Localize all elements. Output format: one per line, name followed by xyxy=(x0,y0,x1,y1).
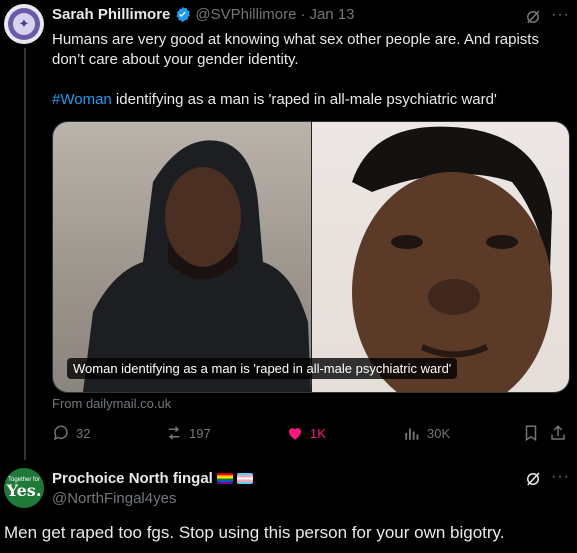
photo-right xyxy=(312,122,569,392)
separator: · xyxy=(300,6,306,23)
tweet-text: Humans are very good at knowing what sex… xyxy=(52,30,562,110)
grok-icon[interactable] xyxy=(524,470,542,488)
author-handle[interactable]: @NorthFingal4yes xyxy=(52,490,176,507)
reply-text: Men get raped too fgs. Stop using this p… xyxy=(4,523,505,542)
share-icon xyxy=(549,424,567,442)
reply-icon xyxy=(52,424,70,442)
reply-count: 32 xyxy=(76,425,91,441)
grok-icon[interactable] xyxy=(524,8,542,26)
author-handle[interactable]: @SVPhillimore xyxy=(195,6,296,23)
reply-button[interactable]: 32 xyxy=(52,424,90,442)
avatar-big-text: Yes. xyxy=(6,481,42,500)
more-icon[interactable]: ··· xyxy=(551,468,570,486)
tweet-actions: 32 197 1K 30K xyxy=(52,424,568,446)
bookmark-icon xyxy=(522,424,540,442)
photo-left xyxy=(53,122,311,392)
trans-flag-icon xyxy=(236,473,253,484)
verified-badge-icon xyxy=(174,6,191,23)
rainbow-flag-icon xyxy=(216,473,233,484)
author-name[interactable]: Sarah Phillimore xyxy=(52,6,170,23)
tweet-header: Sarah Phillimore @SVPhillimore · Jan 13 xyxy=(52,6,355,23)
bookmark-button[interactable] xyxy=(522,424,540,442)
thread-connector xyxy=(24,48,26,460)
tweet-text-rest: identifying as a man is 'raped in all-ma… xyxy=(111,91,497,108)
avatar[interactable]: Together for Yes. xyxy=(4,468,44,508)
tweet-text-line: don’t care about your gender identity. xyxy=(52,51,299,68)
views-icon xyxy=(403,424,421,442)
link-card-media[interactable]: Woman identifying as a man is 'raped in … xyxy=(52,121,570,393)
more-icon[interactable]: ··· xyxy=(551,6,570,24)
views-button[interactable]: 30K xyxy=(403,424,450,442)
like-count: 1K xyxy=(310,425,326,441)
tweet-text-line: Humans are very good at knowing what sex… xyxy=(52,31,539,48)
like-button[interactable]: 1K xyxy=(286,424,326,442)
link-source[interactable]: From dailymail.co.uk xyxy=(52,396,171,411)
author-name[interactable]: Prochoice North fingal xyxy=(52,470,213,487)
timestamp[interactable]: Jan 13 xyxy=(309,6,354,23)
repost-button[interactable]: 197 xyxy=(165,424,211,442)
media-caption: Woman identifying as a man is 'raped in … xyxy=(67,358,458,379)
repost-icon xyxy=(165,424,183,442)
avatar[interactable]: ✦ xyxy=(4,4,44,44)
views-count: 30K xyxy=(427,425,451,441)
reply-header: Prochoice North fingal xyxy=(52,470,253,487)
repost-count: 197 xyxy=(189,425,211,441)
hashtag-link[interactable]: #Woman xyxy=(52,91,112,108)
like-icon xyxy=(286,424,304,442)
share-button[interactable] xyxy=(549,424,567,442)
tweet-text-line: #Woman identifying as a man is 'raped in… xyxy=(52,90,562,110)
